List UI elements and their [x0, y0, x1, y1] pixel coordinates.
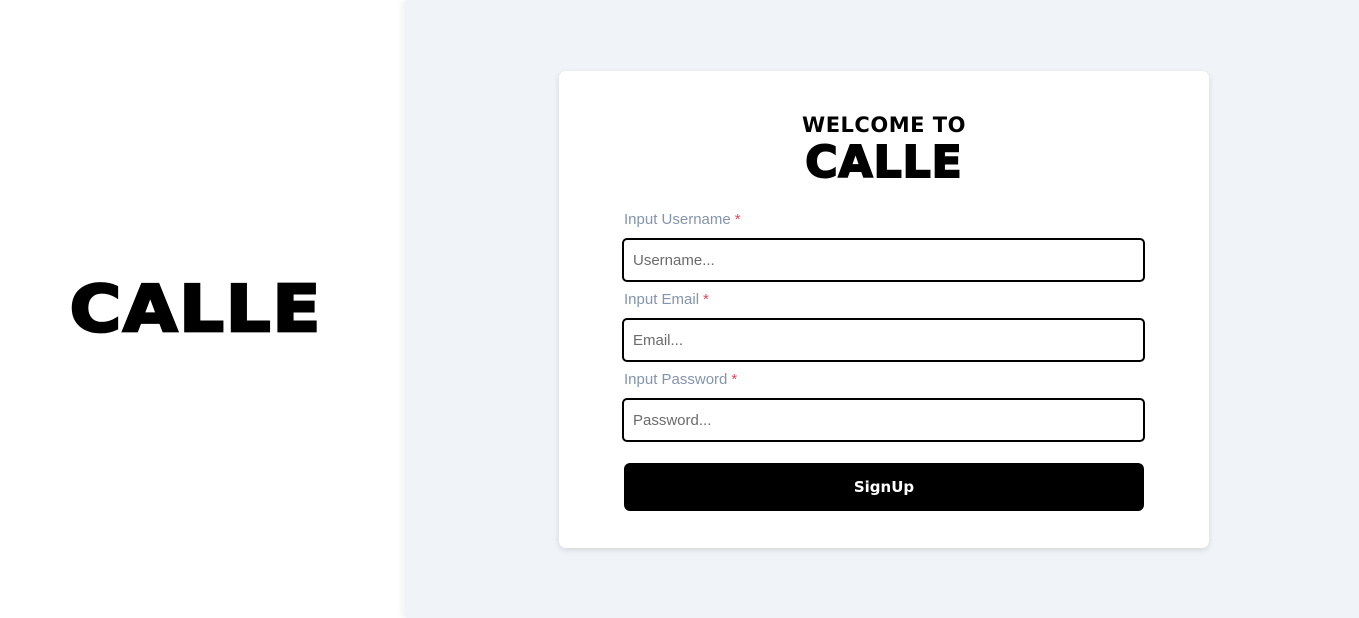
required-mark: * — [731, 371, 738, 388]
username-label-text: Input Username — [624, 211, 731, 228]
signup-page: CALLE WELCOME TO CALLE Input Username* I… — [0, 0, 1359, 618]
password-label: Input Password * — [624, 371, 737, 388]
welcome-heading: WELCOME TO — [802, 113, 966, 137]
email-input[interactable] — [622, 318, 1145, 362]
card-logo: CALLE — [804, 136, 963, 189]
brand-logo: CALLE — [68, 270, 323, 348]
signup-button[interactable]: SignUp — [624, 463, 1144, 511]
brand-panel: CALLE — [0, 0, 406, 618]
password-label-text: Input Password — [624, 371, 728, 388]
password-input[interactable] — [622, 398, 1145, 442]
username-input[interactable] — [622, 238, 1145, 282]
username-label: Input Username * — [624, 211, 741, 228]
email-label-text: Input Email — [624, 291, 700, 308]
required-mark: * — [734, 211, 741, 228]
signup-card: WELCOME TO CALLE Input Username* Input E… — [559, 71, 1209, 548]
form-panel: WELCOME TO CALLE Input Username* Input E… — [406, 0, 1359, 618]
email-label: Input Email * — [624, 291, 709, 308]
required-mark: * — [703, 291, 709, 308]
